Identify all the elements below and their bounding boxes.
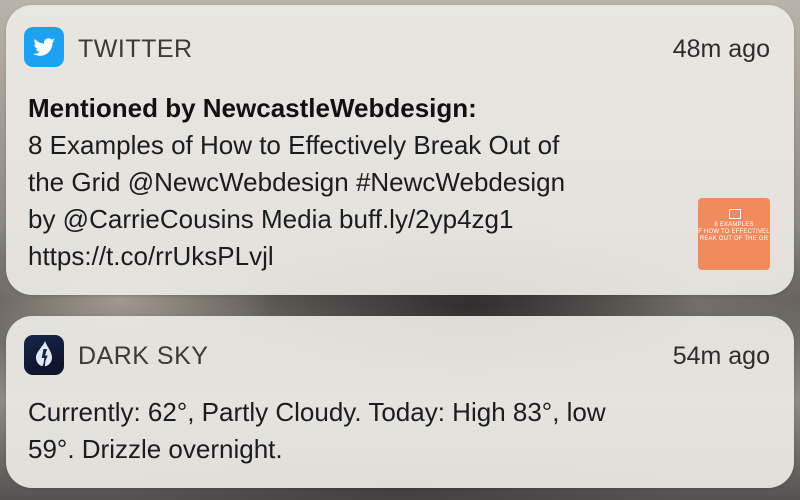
dark-sky-raindrop-icon [24, 335, 64, 375]
timestamp: 48m ago [672, 35, 770, 63]
body-line: by @CarrieCousins Media buff.ly/2yp4zg1 [28, 204, 514, 234]
attachment-thumbnail[interactable]: 8 EXAMPLES F HOW TO EFFECTIVEL REAK OUT … [698, 198, 770, 270]
body-line: the Grid @NewcWebdesign #NewcWebdesign [28, 167, 566, 197]
thumbnail-line: REAK OUT OF THE GR [699, 236, 769, 242]
timestamp: 54m ago [672, 342, 770, 370]
body-line: 59°. Drizzle overnight. [28, 434, 283, 464]
app-name: TWITTER [78, 35, 193, 63]
twitter-bird-icon [24, 27, 64, 67]
notification-title: Mentioned by NewcastleWebdesign: [28, 93, 477, 123]
body-line: Currently: 62°, Partly Cloudy. Today: Hi… [28, 397, 606, 427]
body-line: 8 Examples of How to Effectively Break O… [28, 130, 560, 160]
app-name: DARK SKY [78, 342, 209, 370]
thumbnail-logo-icon [729, 209, 741, 219]
notification-body: Currently: 62°, Partly Cloudy. Today: Hi… [28, 394, 768, 468]
thumbnail-line: 8 EXAMPLES [714, 222, 754, 228]
body-line: https://t.co/rrUksPLvjl [28, 241, 274, 271]
dark-sky-notification[interactable]: DARK SKY 54m ago Currently: 62°, Partly … [6, 316, 794, 488]
notification-body: 8 Examples of How to Effectively Break O… [28, 127, 708, 275]
thumbnail-line: F HOW TO EFFECTIVEL [698, 229, 770, 235]
thumbnail-text: 8 EXAMPLES F HOW TO EFFECTIVEL REAK OUT … [698, 222, 770, 243]
twitter-notification[interactable]: TWITTER 48m ago Mentioned by NewcastleWe… [6, 5, 794, 295]
